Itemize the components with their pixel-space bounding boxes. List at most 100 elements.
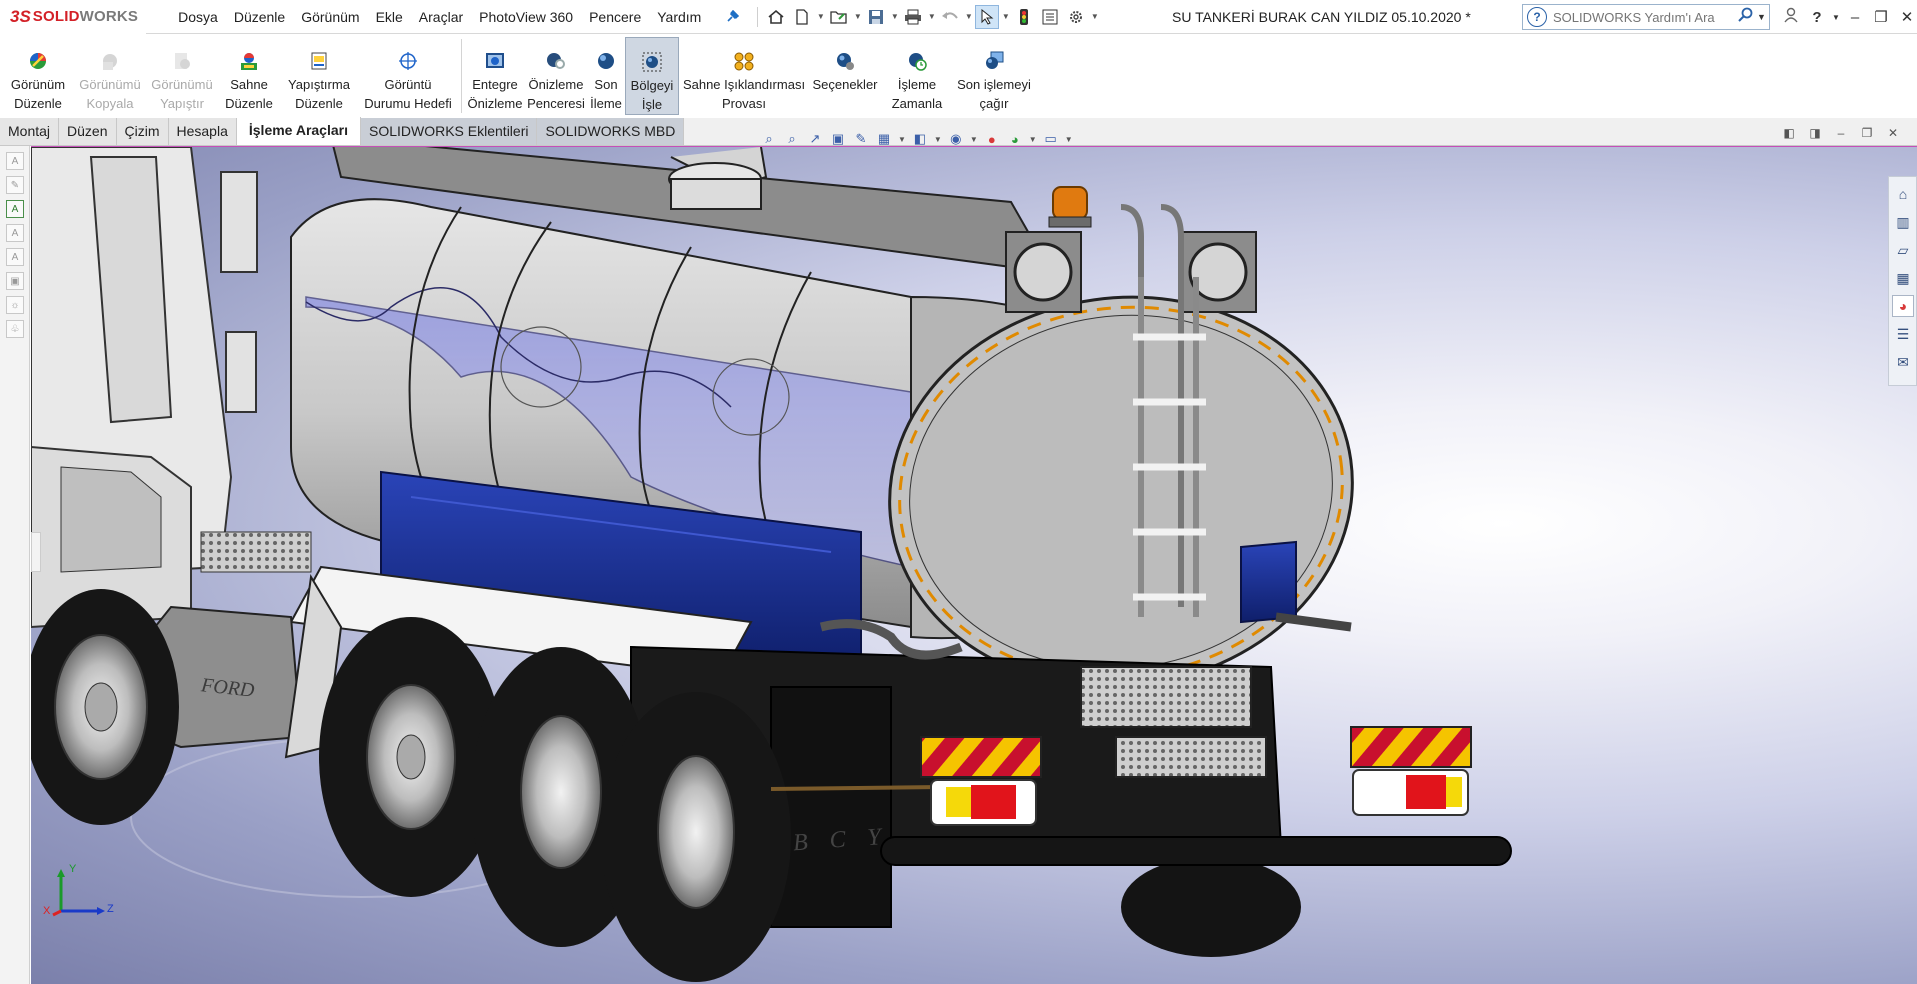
user-icon[interactable] [1778, 7, 1804, 27]
doc-minimize-icon[interactable]: – [1832, 126, 1850, 140]
file-properties-icon[interactable] [1038, 5, 1062, 29]
tab-evaluate[interactable]: Hesapla [168, 118, 237, 145]
panel-expand-handle[interactable] [31, 532, 41, 572]
paste-appearance-button[interactable]: Görünümü Yapıştır [146, 37, 218, 115]
restore-icon[interactable]: ❐ [1868, 8, 1894, 26]
lights-icon[interactable]: ☼ [6, 296, 24, 314]
display-manager-icon[interactable]: A [6, 248, 24, 266]
close-icon[interactable]: ✕ [1894, 8, 1917, 26]
zoom-to-area-icon[interactable]: ⌕ [783, 130, 801, 148]
save-icon[interactable] [864, 5, 888, 29]
pin-menu-icon[interactable] [721, 6, 743, 28]
view-settings-icon[interactable]: ▭ [1042, 130, 1060, 148]
new-document-icon[interactable] [790, 5, 814, 29]
forum-icon[interactable]: ✉ [1892, 351, 1914, 373]
chevron-down-icon[interactable]: ▼ [1065, 135, 1073, 144]
appearances-scenes-decals-icon[interactable]: ◕ [1892, 295, 1914, 317]
tab-sketch[interactable]: Çizim [116, 118, 169, 145]
edit-appearance-icon[interactable]: ● [983, 130, 1001, 148]
options-button[interactable]: Seçenekler [809, 37, 881, 115]
menu-tools[interactable]: Araçlar [411, 0, 471, 34]
chevron-down-icon[interactable]: ▼ [1001, 12, 1010, 21]
chevron-down-icon[interactable]: ▼ [970, 135, 978, 144]
apply-scene-icon[interactable]: ◕ [1006, 130, 1024, 148]
menu-edit[interactable]: Düzenle [226, 0, 293, 34]
custom-properties-icon[interactable]: ☰ [1892, 323, 1914, 345]
chevron-down-icon[interactable]: ▼ [1029, 135, 1037, 144]
open-folder-icon[interactable] [827, 5, 851, 29]
ds-logo-mark: 3S [10, 6, 31, 26]
doc-close-icon[interactable]: ✕ [1884, 126, 1902, 140]
section-view-icon[interactable]: ▣ [829, 130, 847, 148]
integrated-preview-button[interactable]: Entegre Önizleme [465, 37, 525, 115]
gear-icon[interactable] [1064, 5, 1088, 29]
view-orientation-icon[interactable]: ▦ [875, 130, 893, 148]
chevron-down-icon[interactable]: ▼ [1090, 12, 1099, 21]
tab-solidworks-addins[interactable]: SOLIDWORKS Eklentileri [360, 118, 538, 145]
configuration-manager-icon[interactable]: A [6, 200, 24, 218]
chevron-down-icon[interactable]: ▼ [934, 135, 942, 144]
property-manager-icon[interactable]: ✎ [6, 176, 24, 194]
view-palette-icon[interactable]: ▦ [1892, 267, 1914, 289]
select-pointer-icon[interactable] [975, 4, 1000, 29]
menu-view[interactable]: Görünüm [293, 0, 367, 34]
tab-layout[interactable]: Düzen [59, 118, 117, 145]
chevron-down-icon[interactable]: ▼ [898, 135, 906, 144]
home-icon[interactable] [764, 5, 788, 29]
tab-assembly[interactable]: Montaj [0, 118, 60, 145]
help-icon[interactable]: ? [1804, 9, 1830, 26]
dimxpert-icon[interactable]: A [6, 224, 24, 242]
menu-help[interactable]: Yardım [649, 0, 709, 34]
display-state-target-button[interactable]: Görüntü Durumu Hedefi [358, 37, 458, 115]
schedule-render-button[interactable]: İşleme Zamanla [881, 37, 953, 115]
design-library-icon[interactable]: ▥ [1892, 211, 1914, 233]
undo-icon[interactable] [938, 5, 962, 29]
camera-icon[interactable]: ▣ [6, 272, 24, 290]
chevron-down-icon[interactable]: ▼ [853, 12, 862, 21]
solidworks-resources-icon[interactable]: ⌂ [1892, 183, 1914, 205]
copy-appearance-button[interactable]: Görünümü Kopyala [74, 37, 146, 115]
final-render-button[interactable]: Son İleme [587, 37, 625, 115]
search-icon[interactable] [1735, 7, 1757, 28]
chevron-down-icon[interactable]: ▼ [816, 12, 825, 21]
previous-view-icon[interactable]: ↗ [806, 130, 824, 148]
appearances-icon[interactable]: ♧ [6, 320, 24, 338]
menu-photoview[interactable]: PhotoView 360 [471, 0, 581, 34]
tab-solidworks-mbd[interactable]: SOLIDWORKS MBD [537, 118, 685, 145]
preview-window-button[interactable]: Önizleme Penceresi [525, 37, 587, 115]
menu-window[interactable]: Pencere [581, 0, 649, 34]
hide-show-items-icon[interactable]: ◉ [947, 130, 965, 148]
separator [757, 6, 759, 27]
menu-file[interactable]: Dosya [170, 0, 226, 34]
render-region-button[interactable]: Bölgeyi İşle [625, 37, 679, 115]
solidworks-logo[interactable]: 3S SOLIDWORKS [0, 0, 147, 34]
preview-window-icon [543, 49, 569, 73]
menu-insert[interactable]: Ekle [368, 0, 411, 34]
chevron-down-icon[interactable]: ▼ [964, 12, 973, 21]
chevron-down-icon[interactable]: ▼ [927, 12, 936, 21]
feature-tree-icon[interactable]: A [6, 152, 24, 170]
chevron-down-icon[interactable]: ▼ [1830, 13, 1842, 22]
task-pane-tabs: ⌂ ▥ ▱ ▦ ◕ ☰ ✉ [1888, 176, 1917, 386]
rebuild-traffic-light-icon[interactable] [1012, 5, 1036, 29]
zoom-to-fit-icon[interactable]: ⌕ [760, 130, 778, 148]
tab-render-tools[interactable]: İşleme Araçları [236, 117, 361, 145]
minimize-icon[interactable]: – [1842, 9, 1868, 26]
doc-restore-icon[interactable]: ❐ [1858, 126, 1876, 140]
scene-illumination-proof-button[interactable]: Sahne Işıklandırması Provası [679, 37, 809, 115]
chevron-down-icon[interactable]: ▼ [1757, 12, 1769, 22]
help-search-input[interactable] [1553, 9, 1735, 25]
edit-scene-button[interactable]: Sahne Düzenle [218, 37, 280, 115]
ribbon-label: Yapıştır [160, 96, 204, 111]
edit-decal-button[interactable]: Yapıştırma Düzenle [280, 37, 358, 115]
tile-right-icon[interactable]: ◨ [1806, 126, 1824, 140]
dynamic-annotation-icon[interactable]: ✎ [852, 130, 870, 148]
recall-last-render-button[interactable]: Son işlemeyi çağır [953, 37, 1035, 115]
file-explorer-icon[interactable]: ▱ [1892, 239, 1914, 261]
edit-appearance-button[interactable]: Görünüm Düzenle [2, 37, 74, 115]
tile-left-icon[interactable]: ◧ [1780, 126, 1798, 140]
graphics-area[interactable]: FORD B C Y Y Z X [31, 146, 1917, 984]
display-style-icon[interactable]: ◧ [911, 130, 929, 148]
print-icon[interactable] [901, 5, 925, 29]
chevron-down-icon[interactable]: ▼ [890, 12, 899, 21]
